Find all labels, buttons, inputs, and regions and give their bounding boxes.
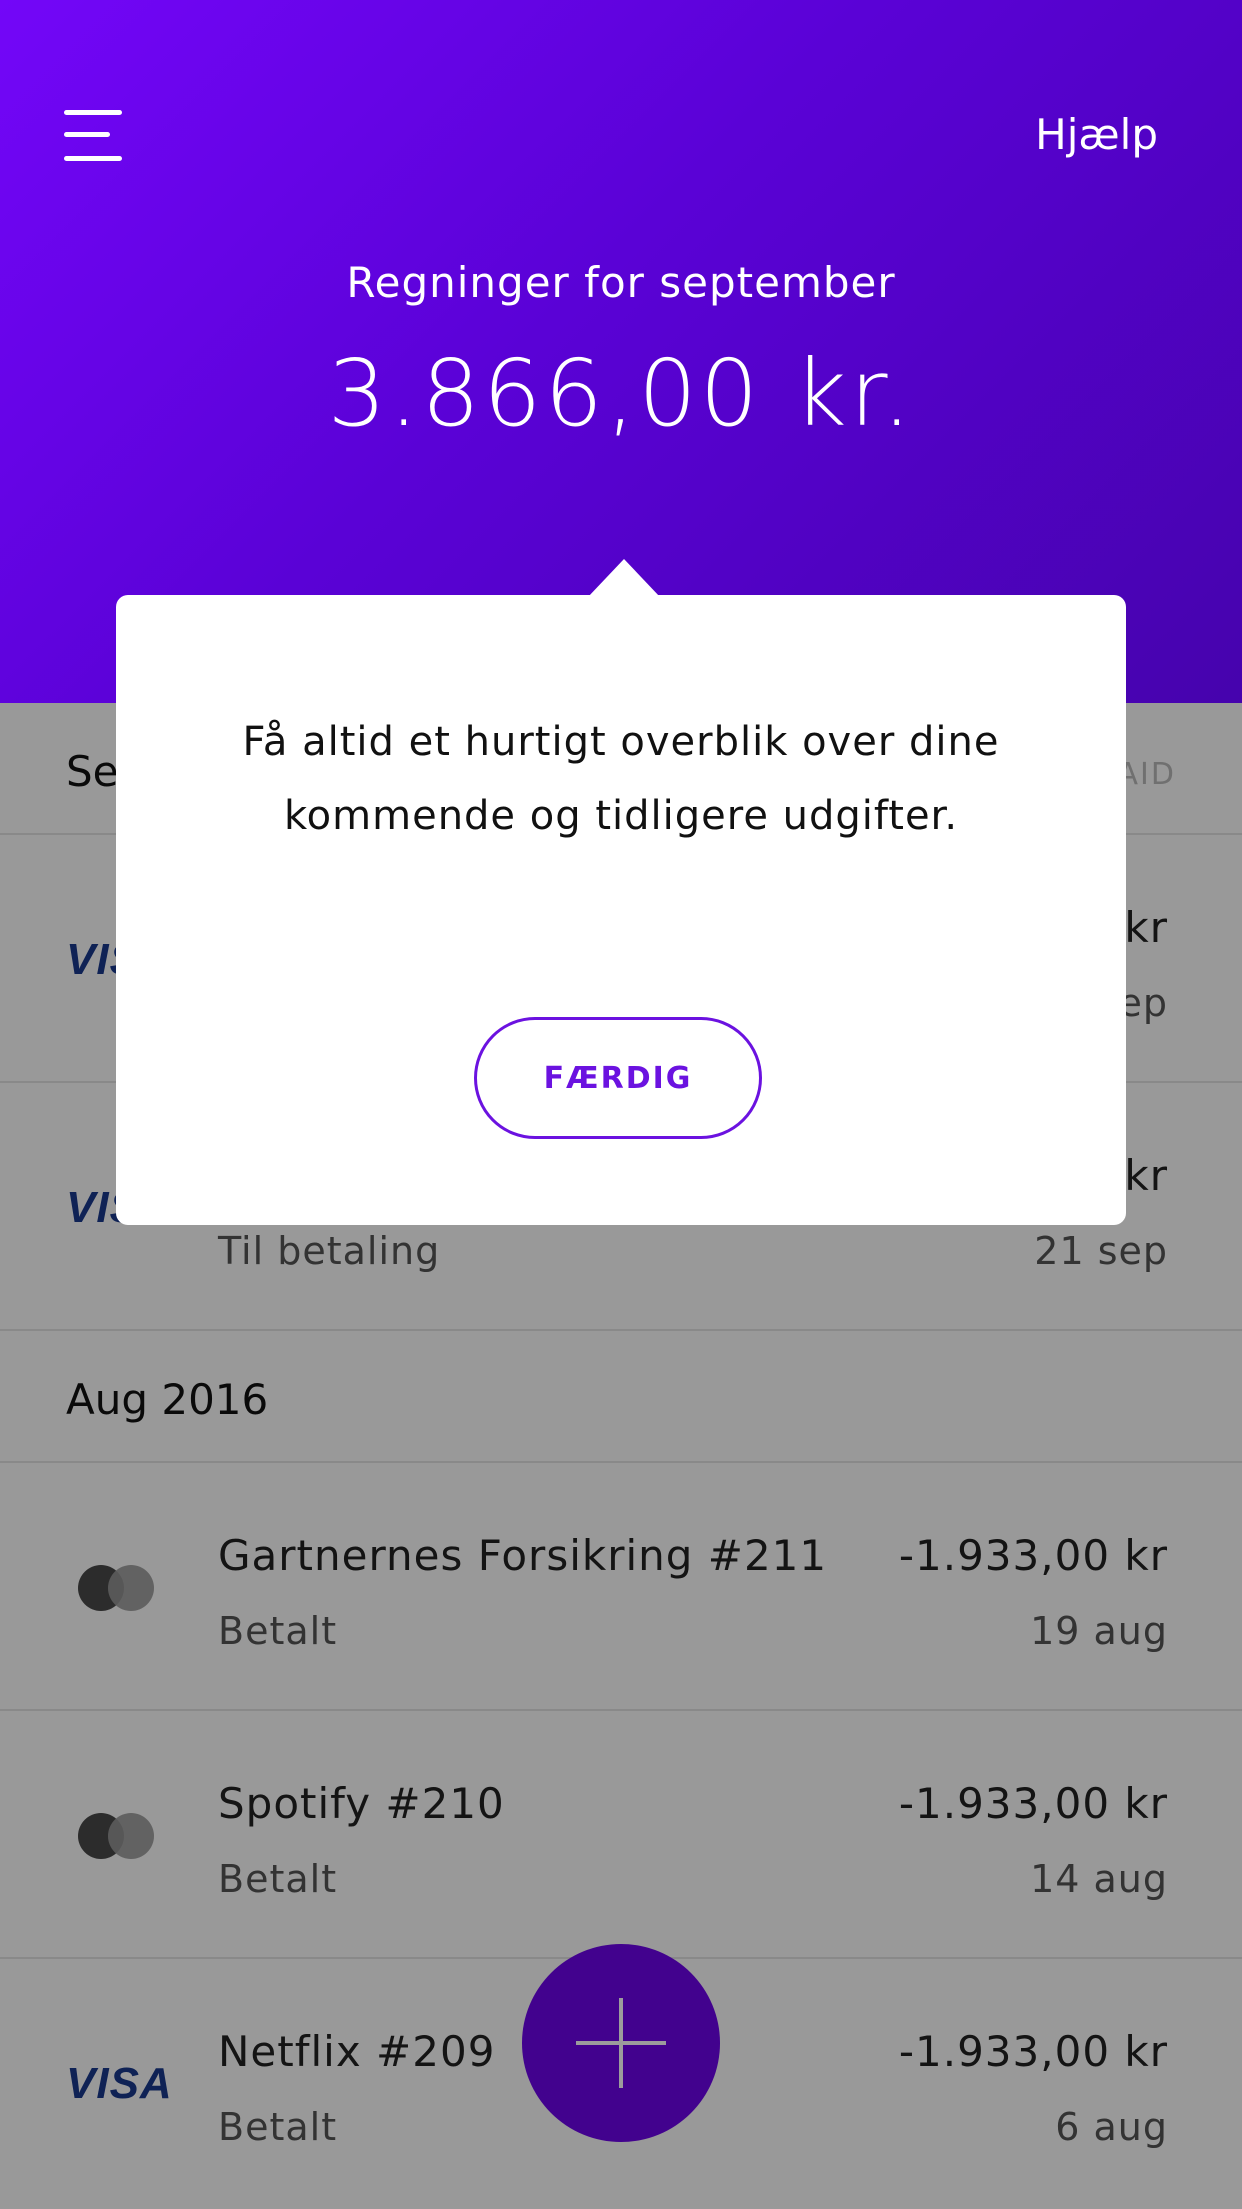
tooltip-line: Få altid et hurtigt overblik over dine — [242, 719, 1000, 765]
help-link[interactable]: Hjælp — [1035, 110, 1158, 159]
total-amount: 3.866,00 kr. — [327, 340, 915, 447]
menu-line — [64, 156, 122, 161]
tooltip-arrow — [588, 559, 660, 597]
menu-line — [64, 110, 122, 115]
onboarding-tooltip: Få altid et hurtigt overblik over dine k… — [116, 595, 1126, 1225]
tooltip-message: Få altid et hurtigt overblik over dine k… — [176, 705, 1066, 853]
tooltip-line: kommende og tidligere udgifter. — [283, 793, 959, 839]
hamburger-menu-icon[interactable] — [60, 106, 126, 164]
month-title: Regninger for september — [346, 258, 896, 307]
menu-line — [64, 132, 110, 137]
add-bill-button[interactable] — [522, 1944, 720, 2142]
plus-icon-stroke — [619, 1998, 623, 2088]
done-button[interactable]: FÆRDIG — [474, 1017, 762, 1139]
